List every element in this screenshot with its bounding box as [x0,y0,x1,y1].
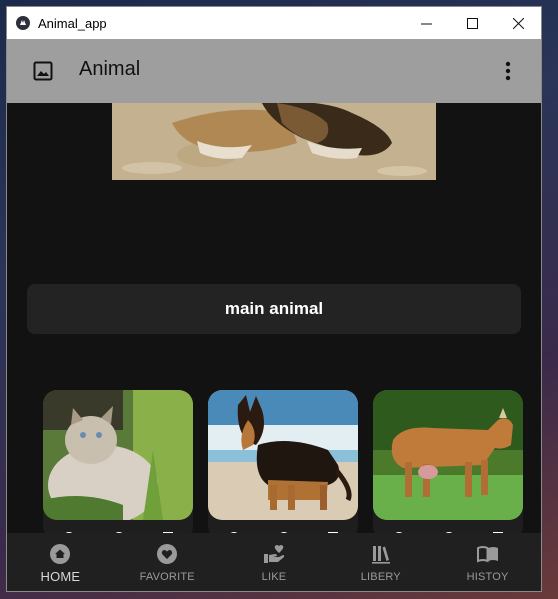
more-vert-icon[interactable] [505,61,511,81]
dog-card-actions [208,520,358,533]
image-icon[interactable] [33,61,53,81]
hand-heart-icon [263,545,285,563]
nav-item-favorite[interactable]: FAVORITE [114,533,221,591]
maximize-icon [466,17,478,29]
dog-photo [208,390,358,520]
cow-card-actions [373,520,523,533]
app-bar: Animal [7,39,541,103]
minimize-icon [420,23,432,24]
close-button[interactable] [495,7,541,39]
animal-card-cat[interactable] [43,390,193,533]
window-title: Animal_app [38,15,107,31]
main-animal-card[interactable]: main animal [27,284,521,334]
nav-item-like[interactable]: LIKE [221,533,328,591]
minimize-button[interactable] [403,7,449,39]
main-content[interactable]: main animal [7,103,541,533]
nav-label-home: HOME [40,569,81,584]
bottom-nav-bar: HOME FAVORITE LIKE LIBERY HISTOY [7,533,541,591]
nav-item-home[interactable]: HOME [7,533,114,591]
animal-card-dog[interactable] [208,390,358,533]
nav-item-histoy[interactable]: HISTOY [434,533,541,591]
cow-photo [373,390,523,520]
animal-card-cow[interactable] [373,390,523,533]
nav-label-histoy: HISTOY [466,571,509,583]
nav-label-libery: LIBERY [360,571,401,583]
app-title: Animal [79,58,141,80]
home-icon [50,544,71,564]
cat-photo [43,390,193,520]
maximize-button[interactable] [449,7,495,39]
app-window: Animal_app Animal main animal HOME FAVOR… [7,7,541,591]
main-animal-label: main animal [224,299,324,318]
heart-icon [157,544,178,564]
book-open-icon [476,546,498,563]
nav-label-like: LIKE [261,571,287,583]
nav-item-libery[interactable]: LIBERY [327,533,434,591]
cat-card-actions [43,520,193,533]
app-logo-icon [16,16,30,30]
title-bar[interactable]: Animal_app [7,7,541,39]
close-icon [512,17,524,29]
hero-image-lion [112,103,436,180]
nav-label-favorite: FAVORITE [139,571,195,583]
books-icon [371,546,390,564]
